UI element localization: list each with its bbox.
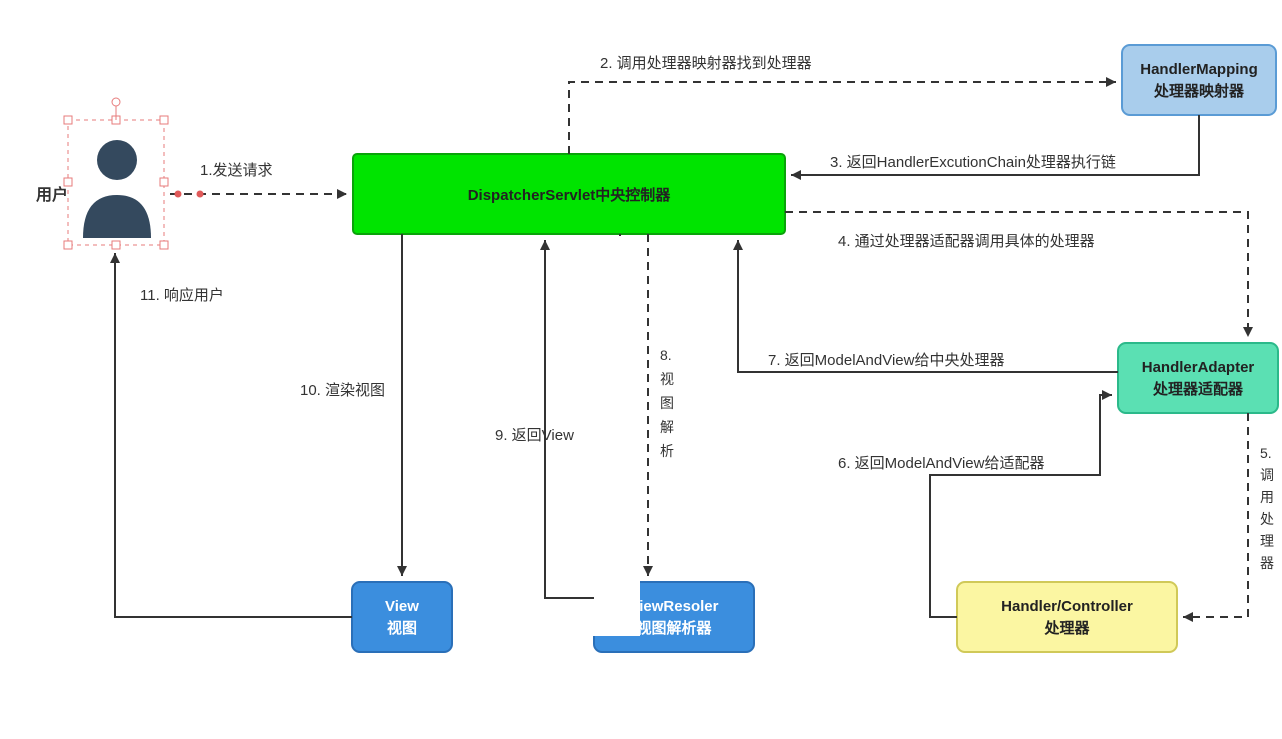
user-icon [83,140,151,238]
svg-text:理: 理 [1260,533,1274,549]
handler-node: Handler/Controller 处理器 [957,582,1177,652]
handler-adapter-node: HandlerAdapter 处理器适配器 [1118,343,1278,413]
edge-5 [1183,413,1248,617]
label-7: 7. 返回ModelAndView给中央处理器 [768,352,1004,369]
svg-text:处: 处 [1260,511,1274,527]
label-2: 2. 调用处理器映射器找到处理器 [600,55,812,72]
svg-text:HandlerAdapter: HandlerAdapter [1142,359,1255,376]
svg-text:调: 调 [1260,467,1274,483]
user-node: 用户 [36,98,168,249]
svg-text:器: 器 [1260,555,1274,571]
svg-text:处理器: 处理器 [1043,619,1090,637]
handler-mapping-node: HandlerMapping 处理器映射器 [1122,45,1276,115]
svg-text:View: View [385,598,419,615]
svg-text:ViewResoler: ViewResoler [630,598,719,615]
label-1: 1.发送请求 [200,162,273,179]
view-node: View 视图 [352,582,452,652]
svg-text:用: 用 [1260,489,1274,505]
svg-text:视图: 视图 [387,619,417,637]
label-5a: 5. [1260,445,1272,461]
label-6: 6. 返回ModelAndView给适配器 [838,455,1044,472]
edge-2 [569,82,1116,154]
label-3: 3. 返回HandlerExcutionChain处理器执行链 [830,154,1116,171]
user-label: 用户 [36,185,68,204]
svg-text:处理器适配器: 处理器适配器 [1152,380,1244,398]
svg-text:Handler/Controller: Handler/Controller [1001,598,1133,615]
edge-4 [785,212,1248,337]
dispatcher-label: DispatcherServlet中央控制器 [468,186,672,204]
edge-8 [588,234,620,617]
svg-text:HandlerMapping: HandlerMapping [1140,61,1258,78]
label-4: 4. 通过处理器适配器调用具体的处理器 [838,233,1095,250]
svg-text:处理器映射器: 处理器映射器 [1153,82,1245,100]
dispatcher-node: DispatcherServlet中央控制器 [353,154,785,234]
svg-text:视图解析器: 视图解析器 [636,619,712,637]
